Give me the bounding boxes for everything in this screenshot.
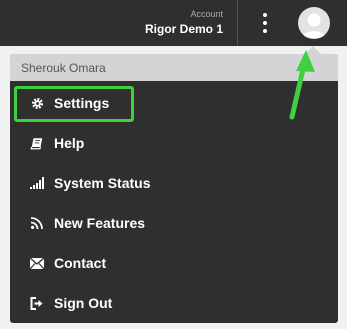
menu-item-label: Contact [54,255,107,271]
user-name: Sherouk Omara [21,60,106,75]
menu-item-sign-out[interactable]: Sign Out [10,286,338,320]
menu-item-system-status[interactable]: System Status [10,166,338,200]
account-switcher[interactable]: Account Rigor Demo 1 [144,9,223,36]
menu-item-label: Sign Out [54,295,113,311]
account-name: Rigor Demo 1 [144,22,223,36]
topbar-divider [237,0,238,46]
menu-item-label: Settings [54,95,110,111]
sign-out-icon [30,296,44,310]
signal-bars-icon [30,176,44,190]
menu-item-settings[interactable]: Settings [10,86,338,120]
menu-item-label: New Features [54,215,146,231]
top-navigation-bar: Account Rigor Demo 1 [0,0,347,46]
menu-item-label: Help [54,135,85,151]
menu-item-contact[interactable]: Contact [10,246,338,280]
kebab-menu-icon[interactable] [258,13,272,33]
envelope-icon [30,256,44,270]
gear-icon [30,96,44,110]
book-icon [30,136,44,150]
menu-user-header: Sherouk Omara [10,54,338,81]
rss-icon [30,216,44,230]
user-avatar-icon[interactable] [298,7,330,39]
menu-item-help[interactable]: Help [10,126,338,160]
user-dropdown-menu: Sherouk Omara Settings Help System Statu… [10,54,338,323]
menu-item-label: System Status [54,175,151,191]
account-label: Account [190,9,223,19]
menu-item-new-features[interactable]: New Features [10,206,338,240]
